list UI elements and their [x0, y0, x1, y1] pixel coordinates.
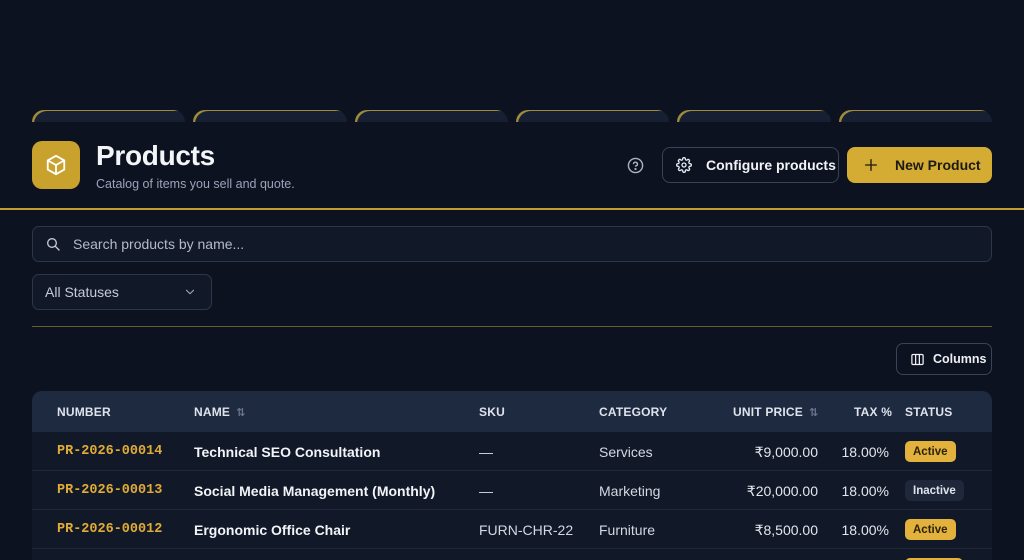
product-unit-price: ₹20,000.00 — [746, 483, 818, 499]
table-row[interactable]: PR-2026-00013 Social Media Management (M… — [32, 471, 992, 510]
table-row[interactable] — [32, 549, 992, 560]
product-name: Social Media Management (Monthly) — [194, 483, 436, 499]
stat-tab[interactable] — [354, 110, 508, 122]
column-header-tax[interactable]: TAX % — [854, 405, 892, 419]
columns-label: Columns — [933, 352, 987, 366]
product-category: Furniture — [599, 522, 656, 538]
product-number[interactable]: PR-2026-00013 — [57, 483, 162, 498]
table-header: NUMBER NAME ⇅ SKU CATEGORY UNIT PRICE ⇅ … — [32, 391, 992, 432]
search-input[interactable] — [73, 236, 991, 252]
stat-tabs-strip — [32, 110, 992, 122]
product-number[interactable]: PR-2026-00014 — [57, 444, 162, 459]
product-name: Technical SEO Consultation — [194, 444, 381, 460]
product-category: Services — [599, 444, 653, 460]
page-title: Products — [96, 140, 215, 171]
product-tax: 18.00% — [841, 522, 889, 538]
column-header-unit-price[interactable]: UNIT PRICE ⇅ — [733, 405, 818, 419]
gear-icon — [676, 157, 692, 173]
configure-products-button[interactable]: Configure products — [662, 147, 839, 183]
sort-arrows-icon: ⇅ — [809, 406, 819, 419]
new-product-label: New Product — [895, 157, 981, 173]
columns-icon — [910, 352, 925, 367]
column-header-category[interactable]: CATEGORY — [599, 405, 667, 419]
product-sku: FURN-CHR-22 — [479, 522, 574, 538]
product-sku: — — [479, 444, 493, 460]
stat-tab[interactable] — [193, 110, 347, 122]
page-subtitle: Catalog of items you sell and quote. — [96, 177, 295, 191]
product-number[interactable]: PR-2026-00012 — [57, 522, 162, 537]
stat-tab[interactable] — [32, 110, 186, 122]
product-sku: — — [479, 483, 493, 499]
chevron-down-icon — [183, 285, 197, 299]
products-table: NUMBER NAME ⇅ SKU CATEGORY UNIT PRICE ⇅ … — [32, 391, 992, 560]
table-row[interactable]: PR-2026-00014 Technical SEO Consultation… — [32, 432, 992, 471]
column-header-number[interactable]: NUMBER — [57, 405, 111, 419]
product-category: Marketing — [599, 483, 661, 499]
search-icon — [45, 236, 61, 252]
status-badge: Active — [905, 519, 956, 540]
column-header-status[interactable]: STATUS — [905, 405, 952, 419]
search-box — [32, 226, 992, 262]
product-unit-price: ₹8,500.00 — [754, 522, 818, 538]
box-icon — [32, 141, 80, 189]
new-product-button[interactable]: New Product — [847, 147, 992, 183]
stat-tab[interactable] — [515, 110, 670, 122]
page-header: Products Catalog of items you sell and q… — [0, 122, 1024, 210]
status-filter-select[interactable]: All Statuses — [32, 274, 212, 310]
table-row[interactable]: PR-2026-00012 Ergonomic Office Chair FUR… — [32, 510, 992, 549]
product-tax: 18.00% — [841, 483, 889, 499]
stat-tab[interactable] — [838, 110, 992, 122]
help-circle-icon[interactable] — [626, 156, 644, 174]
stat-tab[interactable] — [677, 110, 831, 122]
status-filter-value: All Statuses — [45, 284, 119, 300]
configure-products-label: Configure products — [706, 157, 836, 173]
sort-arrows-icon: ⇅ — [236, 406, 246, 419]
filter-divider — [32, 326, 992, 327]
product-tax: 18.00% — [841, 444, 889, 460]
plus-icon — [863, 157, 879, 173]
product-name: Ergonomic Office Chair — [194, 522, 351, 538]
status-badge: Inactive — [905, 480, 964, 501]
product-unit-price: ₹9,000.00 — [754, 444, 818, 460]
column-header-name[interactable]: NAME ⇅ — [194, 405, 246, 419]
status-badge: Active — [905, 441, 956, 462]
columns-button[interactable]: Columns — [896, 343, 992, 375]
column-header-sku[interactable]: SKU — [479, 405, 505, 419]
